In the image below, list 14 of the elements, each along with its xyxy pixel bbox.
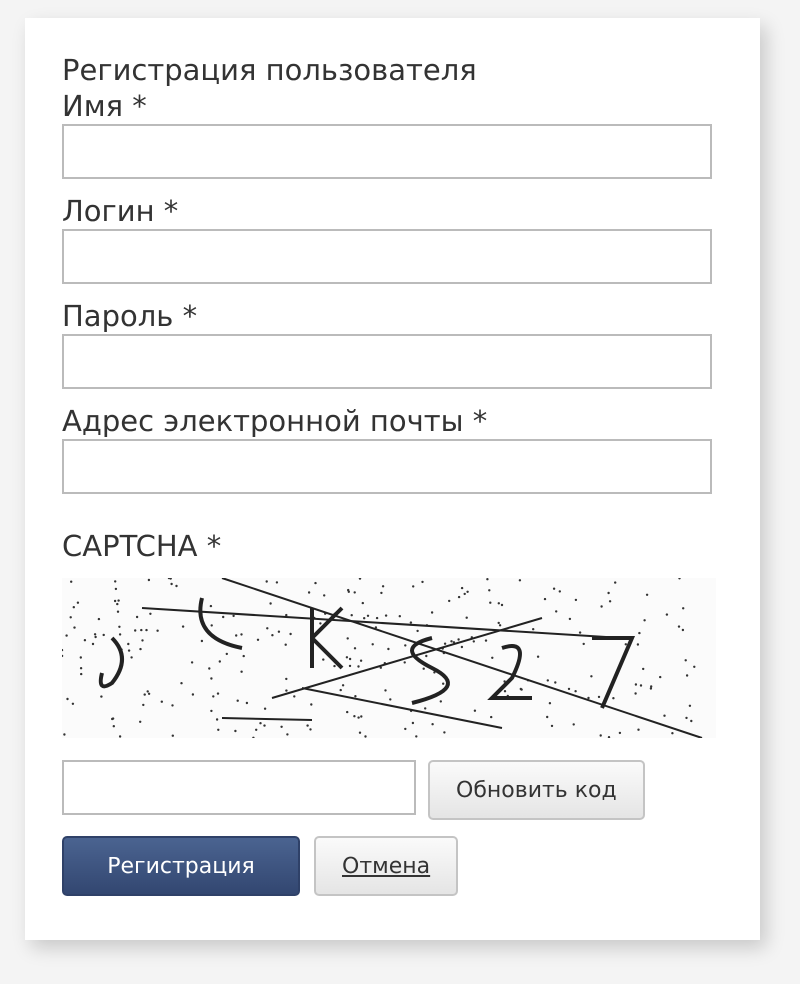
form-title: Регистрация пользователя [62, 52, 477, 88]
captcha-input-field[interactable] [62, 760, 416, 815]
field-label: Адрес электронной почты * [62, 403, 488, 439]
captcha-label: CAPTCHA * [62, 528, 222, 564]
input-field[interactable] [62, 229, 712, 284]
field-label: Имя * [62, 88, 147, 124]
input-field[interactable] [62, 334, 712, 389]
register-button[interactable]: Регистрация [62, 836, 300, 896]
field-label: Пароль * [62, 298, 198, 334]
field-label: Логин * [62, 193, 178, 229]
cancel-button[interactable]: Отмена [314, 836, 458, 896]
input-field[interactable] [62, 439, 712, 494]
refresh-code-button[interactable]: Обновить код [428, 760, 645, 820]
input-field[interactable] [62, 124, 712, 179]
